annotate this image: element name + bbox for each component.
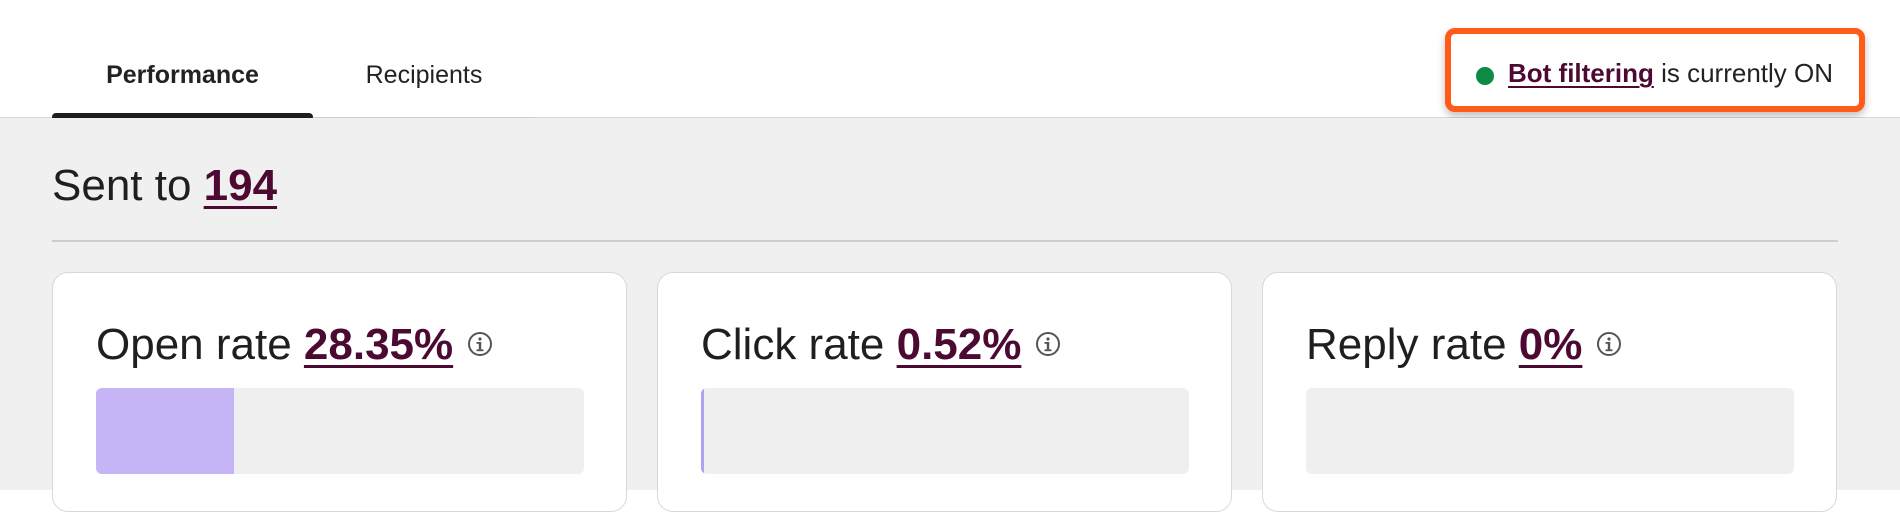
reply-rate-heading: Reply rate 0%: [1306, 315, 1622, 375]
tab-performance[interactable]: Performance: [52, 58, 313, 92]
click-rate-card: Click rate 0.52%: [657, 272, 1232, 512]
top-navigation: Performance Recipients Bot filtering is …: [0, 0, 1900, 121]
click-rate-bar-fill: [701, 388, 704, 474]
bot-filtering-status: Bot filtering is currently ON: [1445, 28, 1865, 112]
open-rate-bar: [96, 388, 584, 474]
open-rate-value[interactable]: 28.35%: [304, 320, 453, 369]
reply-rate-label: Reply rate: [1306, 320, 1519, 369]
performance-panel: Sent to 194 Open rate 28.35% Click rate …: [0, 118, 1900, 512]
reply-rate-card: Reply rate 0%: [1262, 272, 1837, 512]
status-dot-icon: [1476, 67, 1494, 85]
open-rate-heading: Open rate 28.35%: [96, 315, 493, 375]
info-icon[interactable]: [1596, 331, 1622, 357]
open-rate-label: Open rate: [96, 320, 304, 369]
click-rate-heading: Click rate 0.52%: [701, 315, 1061, 375]
info-icon[interactable]: [467, 331, 493, 357]
bot-filtering-status-text: is currently ON: [1653, 58, 1834, 88]
bot-filtering-link[interactable]: Bot filtering: [1508, 58, 1654, 88]
click-rate-label: Click rate: [701, 320, 897, 369]
click-rate-value[interactable]: 0.52%: [897, 320, 1022, 369]
tab-recipients[interactable]: Recipients: [313, 58, 535, 92]
sent-to-label: Sent to: [52, 161, 204, 210]
sent-to-heading: Sent to 194: [52, 158, 277, 214]
reply-rate-bar: [1306, 388, 1794, 474]
bot-filtering-text: Bot filtering is currently ON: [1508, 56, 1833, 90]
info-icon[interactable]: [1035, 331, 1061, 357]
section-divider: [52, 240, 1838, 242]
open-rate-card: Open rate 28.35%: [52, 272, 627, 512]
sent-count-link[interactable]: 194: [204, 161, 277, 210]
click-rate-bar: [701, 388, 1189, 474]
reply-rate-value[interactable]: 0%: [1519, 320, 1583, 369]
open-rate-bar-fill: [96, 388, 234, 474]
